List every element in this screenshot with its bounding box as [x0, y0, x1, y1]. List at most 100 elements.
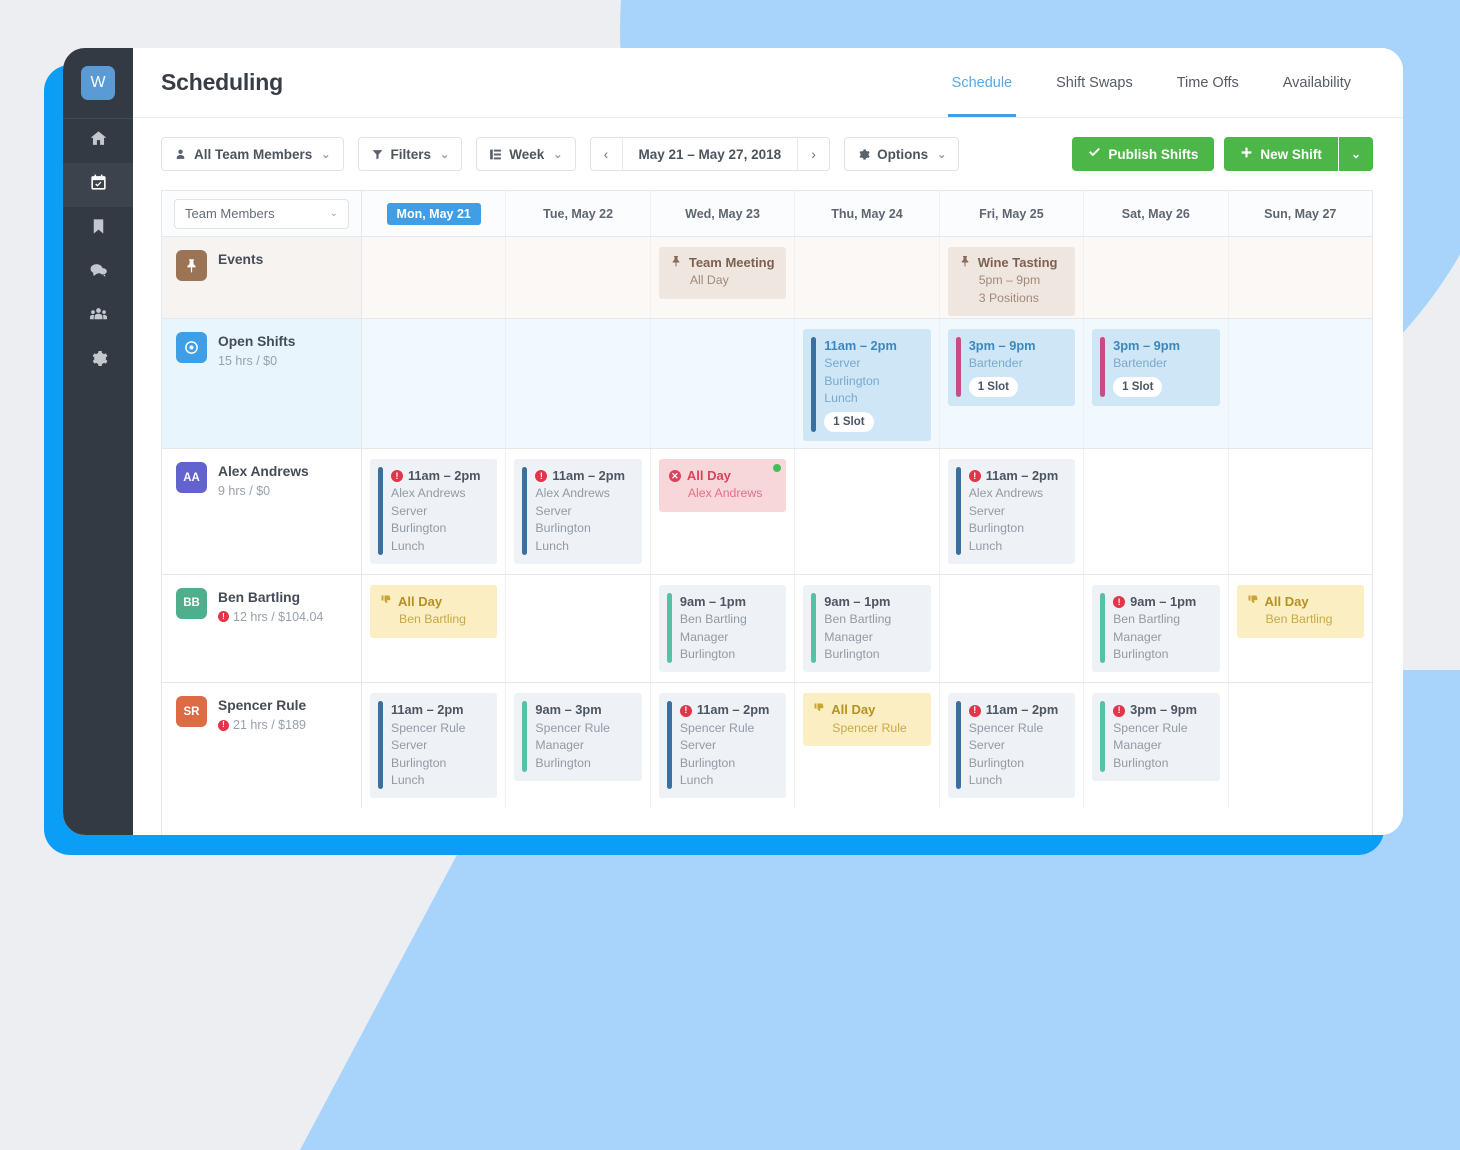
shift-card[interactable]: !11am – 2pm Alex AndrewsServerBurlington… — [514, 459, 641, 564]
sidebar-item-team[interactable] — [63, 295, 133, 339]
event-card[interactable]: Wine Tasting 5pm – 9pm3 Positions — [948, 247, 1075, 316]
tab-schedule[interactable]: Schedule — [930, 48, 1034, 117]
view-mode-button[interactable]: Week ⌄ — [476, 137, 575, 171]
calendar-cell-spencer-rule-day1[interactable]: 11am – 2pm Spencer RuleServerBurlingtonL… — [362, 683, 506, 808]
calendar-cell-open-shifts-day6[interactable]: 3pm – 9pm Bartender1 Slot — [1084, 319, 1228, 448]
sidebar-item-settings[interactable] — [63, 339, 133, 383]
row-identity[interactable]: SR Spencer Rule !21 hrs / $189 — [176, 696, 347, 734]
schedule-calendar: Team Members ⌄ Mon, May 21 Tue, May 22 W… — [161, 190, 1373, 835]
calendar-cell-ben-bartling-day2[interactable] — [506, 575, 650, 683]
calendar-cell-events-day1[interactable] — [362, 237, 506, 318]
open-shift-card[interactable]: 3pm – 9pm Bartender1 Slot — [1092, 329, 1219, 406]
unavailability-card[interactable]: All Day Ben Bartling — [370, 585, 497, 638]
calendar-cell-open-shifts-day4[interactable]: 11am – 2pm ServerBurlingtonLunch1 Slot — [795, 319, 939, 448]
time-off-card[interactable]: ✕All Day Alex Andrews — [659, 459, 786, 512]
calendar-cell-alex-andrews-day5[interactable]: !11am – 2pm Alex AndrewsServerBurlington… — [940, 449, 1084, 574]
day-header-fri[interactable]: Fri, May 25 — [940, 191, 1084, 236]
row-identity[interactable]: BB Ben Bartling !12 hrs / $104.04 — [176, 588, 347, 626]
shift-card[interactable]: 9am – 3pm Spencer RuleManagerBurlington — [514, 693, 641, 781]
calendar-cell-alex-andrews-day7[interactable] — [1229, 449, 1372, 574]
row-identity-text: Spencer Rule !21 hrs / $189 — [218, 696, 306, 734]
options-label: Options — [877, 147, 928, 162]
new-shift-dropdown-button[interactable]: ⌄ — [1339, 137, 1373, 171]
calendar-cell-ben-bartling-day5[interactable] — [940, 575, 1084, 683]
tab-shift-swaps[interactable]: Shift Swaps — [1034, 48, 1155, 117]
publish-shifts-button[interactable]: Publish Shifts — [1072, 137, 1214, 171]
sidebar-item-bookmark[interactable] — [63, 207, 133, 251]
row-title: Ben Bartling — [218, 589, 323, 608]
calendar-cell-open-shifts-day2[interactable] — [506, 319, 650, 448]
sidebar-item-home[interactable] — [63, 119, 133, 163]
calendar-cell-events-day7[interactable] — [1229, 237, 1372, 318]
calendar-cell-spencer-rule-day7[interactable] — [1229, 683, 1372, 808]
tab-availability[interactable]: Availability — [1261, 48, 1373, 117]
next-week-button[interactable]: › — [798, 138, 829, 170]
day-header-sat[interactable]: Sat, May 26 — [1084, 191, 1228, 236]
calendar-cell-ben-bartling-day1[interactable]: All Day Ben Bartling — [362, 575, 506, 683]
team-members-select[interactable]: Team Members ⌄ — [174, 199, 349, 229]
filters-button[interactable]: Filters ⌄ — [358, 137, 463, 171]
calendar-cell-ben-bartling-day7[interactable]: All Day Ben Bartling — [1229, 575, 1372, 683]
shift-card[interactable]: !11am – 2pm Alex AndrewsServerBurlington… — [948, 459, 1075, 564]
calendar-cell-open-shifts-day5[interactable]: 3pm – 9pm Bartender1 Slot — [940, 319, 1084, 448]
shift-card[interactable]: 9am – 1pm Ben BartlingManagerBurlington — [803, 585, 930, 673]
day-header-tue[interactable]: Tue, May 22 — [506, 191, 650, 236]
calendar-cell-spencer-rule-day5[interactable]: !11am – 2pm Spencer RuleServerBurlington… — [940, 683, 1084, 808]
chevron-down-icon: ⌄ — [937, 148, 946, 161]
row-identity[interactable]: Open Shifts 15 hrs / $0 — [176, 332, 347, 370]
calendar-cell-ben-bartling-day6[interactable]: !9am – 1pm Ben BartlingManagerBurlington — [1084, 575, 1228, 683]
calendar-cell-alex-andrews-day3[interactable]: ✕All Day Alex Andrews — [651, 449, 795, 574]
calendar-cell-open-shifts-day3[interactable] — [651, 319, 795, 448]
app-logo[interactable]: W — [81, 66, 115, 100]
team-members-filter-label: All Team Members — [194, 147, 312, 162]
calendar-cell-ben-bartling-day4[interactable]: 9am – 1pm Ben BartlingManagerBurlington — [795, 575, 939, 683]
shift-card[interactable]: 9am – 1pm Ben BartlingManagerBurlington — [659, 585, 786, 673]
warning-icon: ! — [1113, 596, 1125, 608]
calendar-cell-alex-andrews-day6[interactable] — [1084, 449, 1228, 574]
day-header-thu[interactable]: Thu, May 24 — [795, 191, 939, 236]
event-card[interactable]: Team Meeting All Day — [659, 247, 786, 299]
calendar-cell-events-day4[interactable] — [795, 237, 939, 318]
calendar-cell-events-day3[interactable]: Team Meeting All Day — [651, 237, 795, 318]
unavailability-card[interactable]: All Day Ben Bartling — [1237, 585, 1364, 638]
row-title: Spencer Rule — [218, 697, 306, 716]
options-button[interactable]: Options ⌄ — [844, 137, 959, 171]
calendar-cell-spencer-rule-day4[interactable]: All Day Spencer Rule — [795, 683, 939, 808]
calendar-cell-events-day5[interactable]: Wine Tasting 5pm – 9pm3 Positions — [940, 237, 1084, 318]
previous-week-button[interactable]: ‹ — [591, 138, 622, 170]
calendar-cell-alex-andrews-day1[interactable]: !11am – 2pm Alex AndrewsServerBurlington… — [362, 449, 506, 574]
calendar-cell-open-shifts-day1[interactable] — [362, 319, 506, 448]
sidebar-item-schedule[interactable] — [63, 163, 133, 207]
calendar-cell-spencer-rule-day2[interactable]: 9am – 3pm Spencer RuleManagerBurlington — [506, 683, 650, 808]
circle-target-icon — [176, 332, 207, 363]
chat-bubbles-icon — [89, 261, 108, 285]
calendar-cell-open-shifts-day7[interactable] — [1229, 319, 1372, 448]
calendar-cell-alex-andrews-day2[interactable]: !11am – 2pm Alex AndrewsServerBurlington… — [506, 449, 650, 574]
calendar-cell-spencer-rule-day6[interactable]: !3pm – 9pm Spencer RuleManagerBurlington — [1084, 683, 1228, 808]
shift-card[interactable]: !3pm – 9pm Spencer RuleManagerBurlington — [1092, 693, 1219, 781]
row-identity[interactable]: AA Alex Andrews 9 hrs / $0 — [176, 462, 347, 500]
day-header-mon[interactable]: Mon, May 21 — [362, 191, 506, 236]
tab-time-offs[interactable]: Time Offs — [1155, 48, 1261, 117]
calendar-cell-alex-andrews-day4[interactable] — [795, 449, 939, 574]
shift-card[interactable]: !9am – 1pm Ben BartlingManagerBurlington — [1092, 585, 1219, 673]
day-header-wed[interactable]: Wed, May 23 — [651, 191, 795, 236]
calendar-cell-events-day6[interactable] — [1084, 237, 1228, 318]
calendar-cell-events-day2[interactable] — [506, 237, 650, 318]
shift-card[interactable]: !11am – 2pm Spencer RuleServerBurlington… — [948, 693, 1075, 798]
row-identity[interactable]: Events — [176, 250, 347, 281]
main-content: Scheduling Schedule Shift Swaps Time Off… — [133, 48, 1403, 835]
team-members-filter-button[interactable]: All Team Members ⌄ — [161, 137, 344, 171]
day-header-sun[interactable]: Sun, May 27 — [1229, 191, 1372, 236]
sidebar-item-messages[interactable] — [63, 251, 133, 295]
open-shift-card[interactable]: 3pm – 9pm Bartender1 Slot — [948, 329, 1075, 406]
open-shift-card[interactable]: 11am – 2pm ServerBurlingtonLunch1 Slot — [803, 329, 930, 441]
row-identity-text: Ben Bartling !12 hrs / $104.04 — [218, 588, 323, 626]
new-shift-button[interactable]: New Shift — [1224, 137, 1338, 171]
calendar-cell-spencer-rule-day3[interactable]: !11am – 2pm Spencer RuleServerBurlington… — [651, 683, 795, 808]
shift-card[interactable]: 11am – 2pm Spencer RuleServerBurlingtonL… — [370, 693, 497, 798]
shift-card[interactable]: !11am – 2pm Alex AndrewsServerBurlington… — [370, 459, 497, 564]
unavailability-card[interactable]: All Day Spencer Rule — [803, 693, 930, 746]
calendar-cell-ben-bartling-day3[interactable]: 9am – 1pm Ben BartlingManagerBurlington — [651, 575, 795, 683]
shift-card[interactable]: !11am – 2pm Spencer RuleServerBurlington… — [659, 693, 786, 798]
